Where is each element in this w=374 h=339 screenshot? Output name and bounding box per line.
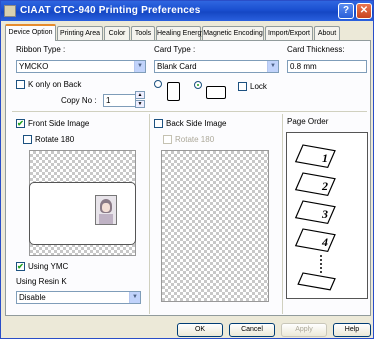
tab-printing-area[interactable]: Printing Area <box>57 26 103 40</box>
front-side-label: Front Side Image <box>28 119 90 128</box>
title-bar: CIAAT CTC-940 Printing Preferences ? ✕ <box>1 1 373 21</box>
card-thickness-label: Card Thickness: <box>287 45 345 54</box>
page-sheet <box>294 200 336 225</box>
help-title-button[interactable]: ? <box>338 3 354 19</box>
divider <box>149 114 150 314</box>
k-only-back-checkbox[interactable] <box>16 80 25 89</box>
divider <box>12 111 367 112</box>
back-side-checkbox[interactable] <box>154 119 163 128</box>
k-only-back-label: K only on Back <box>28 80 82 89</box>
tab-healing-energy[interactable]: Healing Energy <box>156 26 205 40</box>
card-type-label: Card Type : <box>154 45 196 54</box>
front-side-checkbox[interactable]: ✔ <box>16 119 25 128</box>
page-number: 3 <box>321 207 328 221</box>
page-order-diagram: 1 2 3 4 <box>294 144 336 291</box>
portrait-card-icon <box>167 82 180 101</box>
cancel-button[interactable]: Cancel <box>229 323 275 337</box>
page-number: 2 <box>321 179 328 193</box>
card-type-select[interactable]: Blank Card ▼ <box>154 60 279 73</box>
back-rotate-checkbox[interactable] <box>163 135 172 144</box>
tab-tools[interactable]: Tools <box>131 26 155 40</box>
ok-button[interactable]: OK <box>177 323 223 337</box>
spin-down-icon[interactable]: ▼ <box>135 100 145 108</box>
using-ymc-label: Using YMC <box>28 262 69 271</box>
ribbon-type-select[interactable]: YMCKO ▼ <box>16 60 146 73</box>
help-button[interactable]: Help <box>333 323 371 337</box>
card-type-value: Blank Card <box>157 62 197 71</box>
ribbon-type-label: Ribbon Type : <box>16 45 66 54</box>
back-side-label: Back Side Image <box>166 119 227 128</box>
tab-import-export[interactable]: Import/Export <box>265 26 313 40</box>
portrait-image <box>95 195 117 225</box>
using-ymc-checkbox[interactable]: ✔ <box>16 262 25 271</box>
card-thickness-value: 0.8 mm <box>290 62 317 71</box>
front-card-preview <box>29 182 136 245</box>
spin-up-icon[interactable]: ▲ <box>135 91 145 99</box>
chevron-down-icon[interactable]: ▼ <box>129 292 140 303</box>
copy-no-input[interactable]: 1 <box>103 94 136 107</box>
using-resin-k-select[interactable]: Disable ▼ <box>16 291 141 304</box>
card-thickness-input[interactable]: 0.8 mm <box>287 60 367 73</box>
front-rotate-checkbox[interactable] <box>23 135 32 144</box>
tab-color[interactable]: Color <box>104 26 130 40</box>
back-preview <box>161 150 269 302</box>
page-order-box: 1 2 3 4 <box>286 132 368 299</box>
page-sheet <box>294 144 336 169</box>
page-sheet <box>294 172 336 197</box>
tab-device-option[interactable]: Device Option <box>5 24 56 41</box>
landscape-card-icon <box>206 86 226 99</box>
tab-magnetic-encoding[interactable]: Magnetic Encoding <box>202 26 264 40</box>
using-resin-k-label: Using Resin K <box>16 277 67 286</box>
apply-button[interactable]: Apply <box>281 323 327 337</box>
copy-no-label: Copy No : <box>61 96 97 105</box>
page-number: 4 <box>321 235 328 249</box>
copy-no-value: 1 <box>106 96 111 105</box>
chevron-down-icon[interactable]: ▼ <box>134 61 145 72</box>
back-rotate-label: Rotate 180 <box>175 135 215 144</box>
page-order-label: Page Order <box>287 117 329 126</box>
printer-icon <box>4 5 16 17</box>
page-number: 1 <box>322 151 328 165</box>
tab-about[interactable]: About <box>314 26 340 40</box>
front-rotate-label: Rotate 180 <box>35 135 75 144</box>
close-button[interactable]: ✕ <box>356 3 372 19</box>
portrait-radio[interactable] <box>154 80 162 88</box>
divider <box>282 114 283 314</box>
lock-checkbox[interactable] <box>238 82 247 91</box>
printing-preferences-window: CIAAT CTC-940 Printing Preferences ? ✕ D… <box>0 0 374 339</box>
chevron-down-icon[interactable]: ▼ <box>267 61 278 72</box>
using-resin-k-value: Disable <box>19 293 46 302</box>
lock-label: Lock <box>250 82 267 91</box>
page-sheet <box>297 272 336 291</box>
window-title: CIAAT CTC-940 Printing Preferences <box>20 5 201 16</box>
landscape-radio[interactable] <box>194 81 202 89</box>
device-option-panel: Ribbon Type : YMCKO ▼ K only on Back Cop… <box>5 40 371 316</box>
ribbon-type-value: YMCKO <box>19 62 49 71</box>
page-sheet <box>294 228 336 253</box>
